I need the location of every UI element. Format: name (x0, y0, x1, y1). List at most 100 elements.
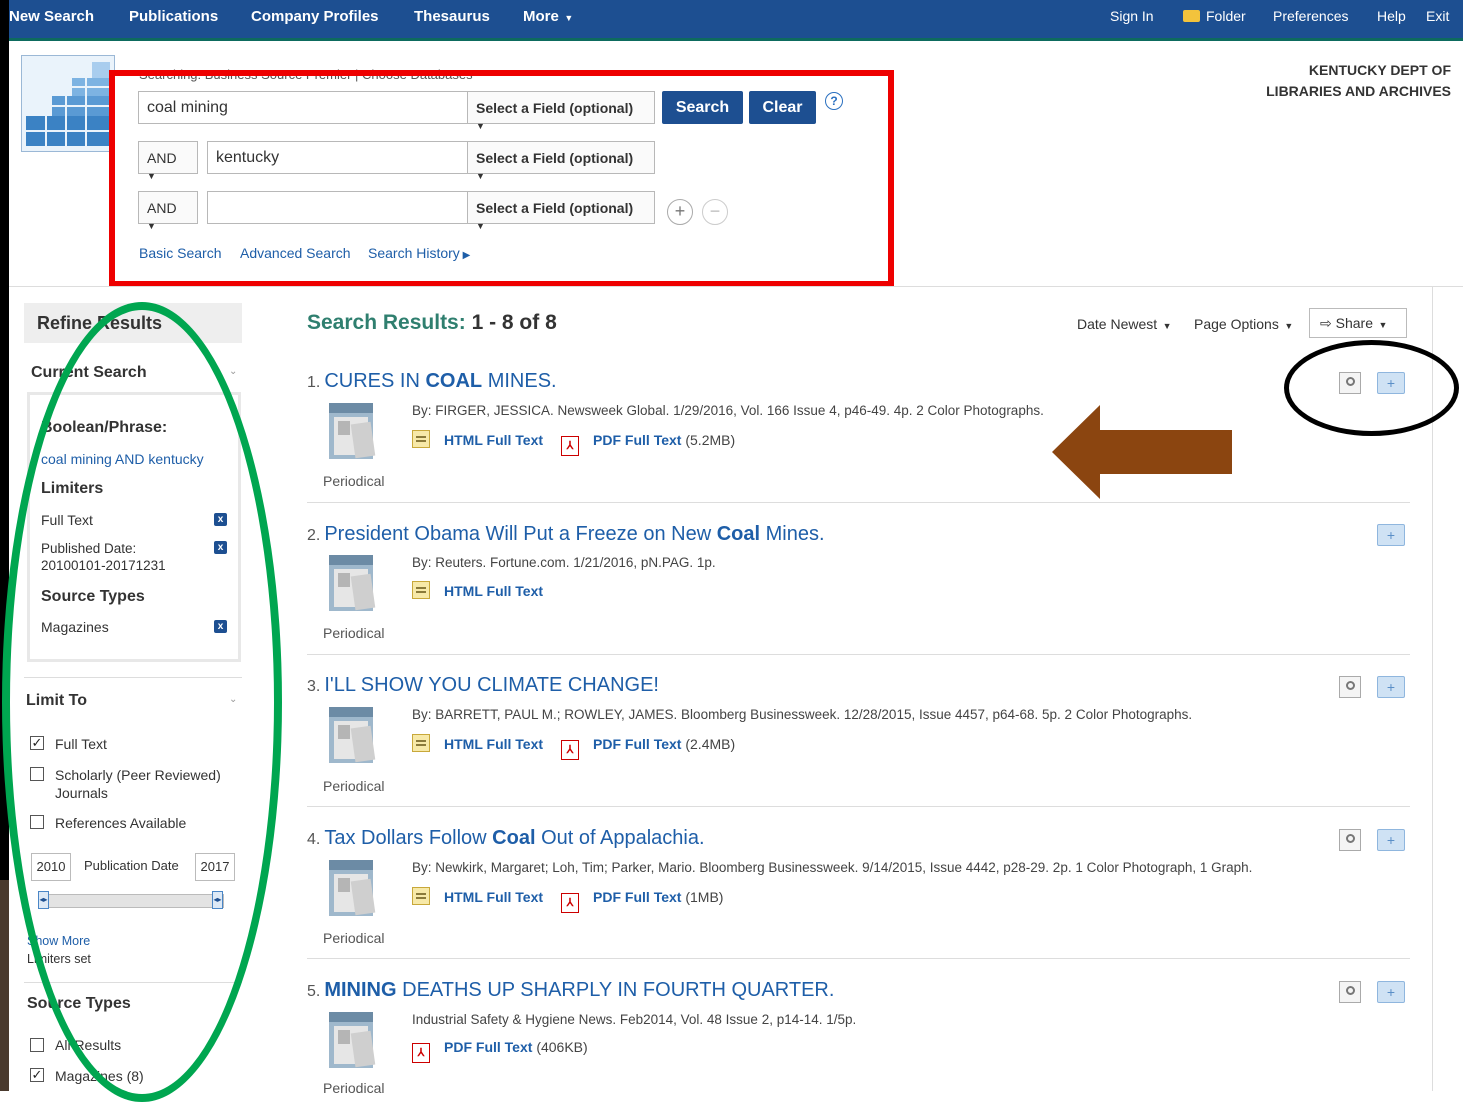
result-5-title[interactable]: 5. MINING DEATHS UP SHARPLY IN FOURTH QUA… (307, 979, 834, 1002)
add-to-folder-icon[interactable]: + (1377, 829, 1405, 851)
title-part: President Obama Will Put a Freeze on New (324, 523, 717, 545)
nav-thesaurus[interactable]: Thesaurus (414, 8, 490, 25)
html-full-text-link[interactable]: HTML Full Text (444, 432, 543, 448)
chevron-down-icon: ▼ (561, 13, 574, 23)
nav-folder[interactable]: Folder (1183, 8, 1246, 24)
preview-magnifier-icon[interactable] (1339, 981, 1361, 1003)
header-divider (9, 286, 1463, 287)
pdf-full-text-link[interactable]: PDF Full Text (593, 432, 681, 448)
title-part: I'LL SHOW YOU CLIMATE CHANGE! (324, 674, 659, 696)
pdf-icon[interactable]: ⅄ (561, 740, 580, 760)
nav-preferences[interactable]: Preferences (1273, 8, 1348, 24)
logo-graphic (22, 62, 114, 151)
result-1-type: Periodical (323, 473, 385, 489)
top-navigation-bar: New Search Publications Company Profiles… (9, 0, 1463, 41)
result-1-title[interactable]: 1. CURES IN COAL MINES. (307, 370, 557, 393)
title-keyword: COAL (425, 370, 483, 392)
html-full-text-link[interactable]: HTML Full Text (444, 889, 543, 905)
chevron-down-icon: ▼ (1160, 321, 1172, 331)
title-keyword: MINING (324, 979, 397, 1001)
pdf-full-text-link[interactable]: PDF Full Text (593, 736, 681, 752)
periodical-thumbnail-icon (329, 1012, 376, 1068)
html-full-text-icon[interactable] (412, 887, 430, 905)
pdf-full-text-link[interactable]: PDF Full Text (444, 1039, 532, 1055)
page-options-dropdown[interactable]: Page Options ▼ (1194, 316, 1293, 332)
nav-help[interactable]: Help (1377, 8, 1406, 24)
title-part: MINES. (482, 370, 557, 392)
result-4-links: HTML Full Text ⅄ PDF Full Text (1MB) (412, 887, 723, 913)
chevron-down-icon[interactable]: ⌄ (229, 366, 237, 377)
results-label: Search Results: (307, 311, 466, 334)
result-divider (307, 806, 1410, 807)
annotation-arrow-icon (1052, 405, 1232, 499)
annotation-green-oval (2, 302, 282, 1102)
title-keyword: Coal (492, 827, 536, 849)
html-full-text-icon[interactable] (412, 734, 430, 752)
result-4-meta: By: Newkirk, Margaret; Loh, Tim; Parker,… (412, 860, 1253, 875)
nav-publications[interactable]: Publications (129, 8, 218, 25)
add-to-folder-icon[interactable]: + (1377, 676, 1405, 698)
result-3-title[interactable]: 3. I'LL SHOW YOU CLIMATE CHANGE! (307, 674, 659, 697)
result-2-links: HTML Full Text (412, 581, 543, 599)
nav-company-profiles[interactable]: Company Profiles (251, 8, 379, 25)
result-number: 4. (307, 831, 321, 848)
result-5-links: ⅄ PDF Full Text (406KB) (412, 1039, 588, 1063)
result-5-type: Periodical (323, 1080, 385, 1096)
result-3-meta: By: BARRETT, PAUL M.; ROWLEY, JAMES. Blo… (412, 707, 1193, 722)
chevron-down-icon: ▼ (1281, 321, 1294, 331)
magazines-checkbox[interactable]: ✓ (30, 1068, 44, 1082)
institution-name: KENTUCKY DEPT OF LIBRARIES AND ARCHIVES (1266, 60, 1451, 102)
nav-exit[interactable]: Exit (1426, 8, 1449, 24)
nav-new-search[interactable]: New Search (9, 8, 94, 25)
title-part: Mines. (760, 523, 825, 545)
results-range: 1 - 8 of 8 (471, 311, 557, 334)
annotation-red-box (109, 70, 894, 287)
html-full-text-link[interactable]: HTML Full Text (444, 736, 543, 752)
institution-line-1: KENTUCKY DEPT OF (1308, 62, 1451, 78)
chevron-down-icon: ▼ (1375, 320, 1388, 330)
nav-sign-in[interactable]: Sign In (1110, 8, 1154, 24)
annotation-black-oval (1284, 340, 1459, 436)
nav-more[interactable]: More ▼ (523, 8, 573, 25)
pdf-size: (1MB) (685, 889, 724, 905)
result-number: 1. (307, 374, 321, 391)
preview-magnifier-icon[interactable] (1339, 829, 1361, 851)
result-1-meta: By: FIRGER, JESSICA. Newsweek Global. 1/… (412, 403, 1044, 418)
share-icon: ⇨ (1320, 315, 1336, 331)
preview-magnifier-icon[interactable] (1339, 676, 1361, 698)
sort-dropdown[interactable]: Date Newest ▼ (1077, 316, 1172, 332)
html-full-text-icon[interactable] (412, 430, 430, 448)
ebsco-logo[interactable] (21, 55, 115, 152)
pdf-icon[interactable]: ⅄ (412, 1043, 430, 1063)
result-4-type: Periodical (323, 930, 385, 946)
pdf-full-text-link[interactable]: PDF Full Text (593, 889, 681, 905)
title-part: CURES IN (324, 370, 426, 392)
all-results-checkbox[interactable] (30, 1038, 44, 1052)
pdf-size: (5.2MB) (685, 432, 736, 448)
folder-icon (1183, 10, 1200, 22)
pdf-size: (406KB) (536, 1039, 588, 1055)
title-part: Out of Appalachia. (535, 827, 705, 849)
result-number: 3. (307, 678, 321, 695)
periodical-thumbnail-icon (329, 403, 376, 459)
periodical-thumbnail-icon (329, 860, 376, 916)
result-4-title[interactable]: 4. Tax Dollars Follow Coal Out of Appalac… (307, 827, 705, 850)
result-divider (307, 654, 1410, 655)
result-number: 5. (307, 983, 321, 1000)
add-to-folder-icon[interactable]: + (1377, 524, 1405, 546)
pdf-icon[interactable]: ⅄ (561, 436, 580, 456)
add-to-folder-icon[interactable]: + (1377, 981, 1405, 1003)
share-button[interactable]: ⇨ Share ▼ (1309, 308, 1407, 338)
html-full-text-icon[interactable] (412, 581, 430, 599)
nav-folder-label: Folder (1206, 8, 1246, 24)
result-2-meta: By: Reuters. Fortune.com. 1/21/2016, pN.… (412, 555, 716, 570)
html-full-text-link[interactable]: HTML Full Text (444, 583, 543, 599)
pdf-icon[interactable]: ⅄ (561, 893, 580, 913)
share-label: Share (1335, 315, 1373, 331)
result-3-links: HTML Full Text ⅄ PDF Full Text (2.4MB) (412, 734, 735, 760)
periodical-thumbnail-icon (329, 555, 376, 611)
result-5-meta: Industrial Safety & Hygiene News. Feb201… (412, 1012, 857, 1027)
result-2-title[interactable]: 2. President Obama Will Put a Freeze on N… (307, 523, 825, 546)
search-results-heading: Search Results: 1 - 8 of 8 (307, 311, 557, 335)
result-divider (307, 958, 1410, 959)
